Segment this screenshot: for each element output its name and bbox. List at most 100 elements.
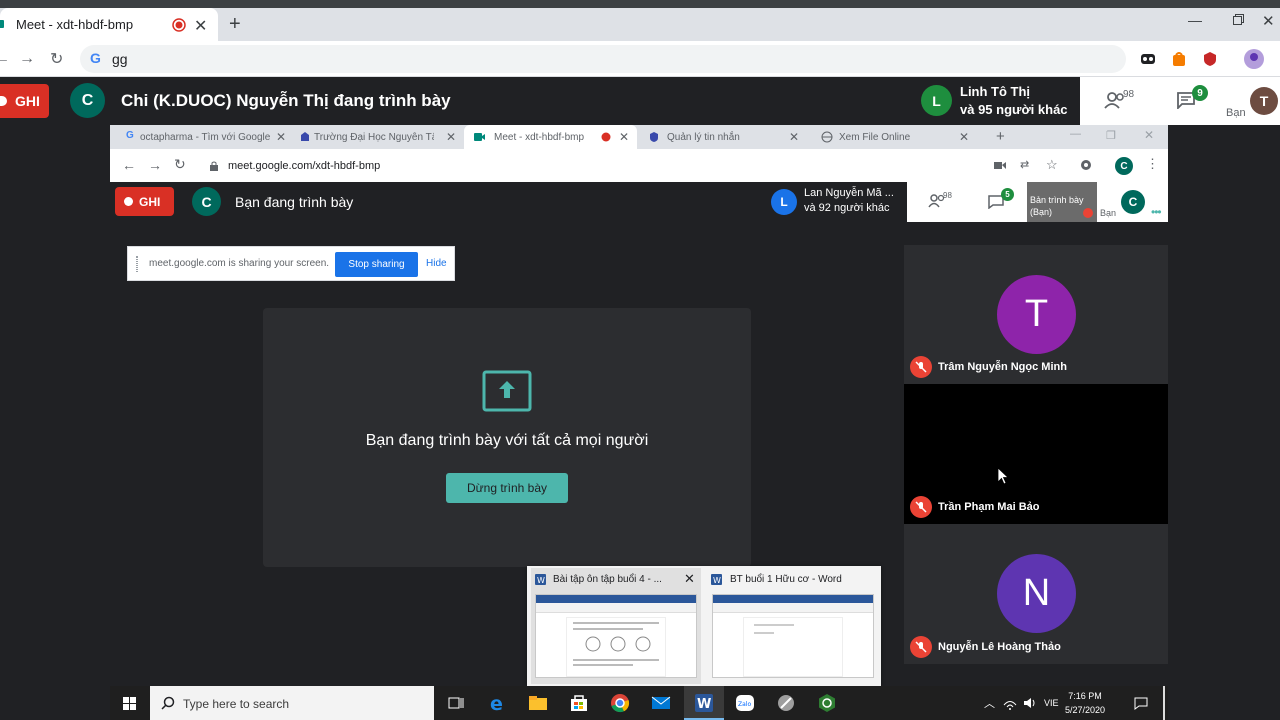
extension-icon-2[interactable] [1171,51,1187,67]
svg-text:Zalo: Zalo [738,701,751,708]
google-g-icon: G [90,50,101,66]
profile-icon[interactable] [1243,48,1265,70]
google-favicon-icon: G [126,130,134,141]
extension-icon[interactable] [1080,159,1092,171]
inner-tab-4[interactable]: Quản lý tin nhắn ✕ [637,125,807,149]
translate-icon[interactable]: ⇄ [1020,158,1029,171]
clock-time: 7:16 PM [1068,691,1102,701]
self-avatar[interactable]: T [1250,87,1278,115]
hide-link[interactable]: Hide [426,258,447,269]
self-presentation-tile[interactable]: Bản trình bày (Bạn) [1027,182,1097,222]
star-icon[interactable]: ☆ [1046,157,1058,173]
close-tab-icon[interactable]: ✕ [959,130,969,144]
back-icon[interactable]: ← [122,157,136,173]
inner-tab-1[interactable]: G octapharma - Tìm với Google ✕ [120,125,294,149]
participant-tile[interactable]: T Trâm Nguyễn Ngọc Minh [904,245,1168,384]
clock[interactable]: 7:16 PM 5/27/2020 [1056,689,1114,717]
participant-tile[interactable]: N Nguyễn Lê Hoàng Thảo [904,524,1168,664]
chem-app-icon[interactable] [817,693,837,713]
participant-tile[interactable]: Trần Phạm Mai Bảo [904,384,1168,524]
svg-text:W: W [713,576,721,585]
present-screen-icon [482,370,532,412]
mail-icon[interactable] [651,693,671,713]
inner-tab-title: Quản lý tin nhắn [667,131,740,143]
task-view-icon[interactable] [446,693,466,713]
close-thumbnail-icon[interactable]: ✕ [684,571,695,587]
menu-icon[interactable]: ⋮ [1146,156,1159,172]
inner-url[interactable]: meet.google.com/xdt-hbdf-bmp [228,160,380,172]
store-icon[interactable] [569,693,589,713]
close-tab-icon[interactable]: ✕ [619,130,629,144]
lock-icon [210,161,218,171]
mic-off-icon [1083,208,1093,218]
windows-start-icon[interactable] [123,697,136,710]
inner-profile-avatar[interactable]: C [1115,157,1133,175]
search-placeholder: Type here to search [183,697,290,711]
inner-self-avatar[interactable]: C [1121,190,1145,214]
recording-label: GHI [139,194,161,209]
close-window-icon[interactable]: ✕ [1144,128,1154,142]
meet-favicon-icon [473,131,485,143]
minimize-icon[interactable]: — [1188,12,1202,28]
recording-label: GHI [15,93,40,109]
forward-icon[interactable]: → [148,157,162,173]
inner-tab-3-active[interactable]: Meet - xdt-hbdf-bmp ✕ [464,125,637,149]
network-icon[interactable] [1003,696,1017,710]
notification-icon[interactable] [1134,696,1148,710]
app-icon[interactable] [776,693,796,713]
thumbnail-title: Bài tập ôn tập buổi 4 - ... [553,574,662,585]
thumbnail-title[interactable]: BT buổi 1 Hữu cơ - Word [730,574,842,585]
volume-icon[interactable] [1023,696,1037,710]
close-tab-icon[interactable]: ✕ [789,130,799,144]
participant-name: Linh Tô Thị [960,84,1031,99]
outer-tab-meet[interactable]: Meet - xdt-hbdf-bmp ✕ [0,8,218,41]
drag-handle-icon[interactable] [136,256,138,272]
chrome-icon[interactable] [610,693,630,713]
zalo-icon[interactable]: Zalo [735,693,755,713]
inner-recording-badge: GHI [115,187,174,216]
more-options-icon[interactable]: ••• [1151,205,1162,219]
inner-participant-more: và 92 người khác [804,202,890,214]
screen-sharing-bar: meet.google.com is sharing your screen. … [127,246,455,281]
chat-count-badge: 5 [1001,188,1014,201]
back-icon[interactable]: ← [0,50,10,68]
edge-icon[interactable]: e [488,693,508,713]
document-preview[interactable] [712,594,874,678]
tile-avatar: N [997,554,1076,633]
chat-count-badge: 9 [1192,85,1208,101]
word-icon[interactable]: W [694,693,714,713]
close-tab-icon[interactable]: ✕ [276,130,286,144]
people-count: 98 [1123,89,1135,100]
forward-icon[interactable]: → [19,50,35,68]
reload-icon[interactable]: ↻ [174,156,186,173]
restore-icon[interactable] [1233,14,1244,25]
new-tab-icon[interactable]: + [996,128,1005,145]
inner-tab-5[interactable]: Xem File Online ✕ [807,125,977,149]
close-window-icon[interactable]: ✕ [1262,12,1275,30]
tile-name: Trần Phạm Mai Bảo [938,501,1040,513]
taskbar-search[interactable]: Type here to search [150,686,434,720]
close-tab-icon[interactable]: ✕ [194,16,207,36]
document-preview [535,594,697,678]
new-tab-icon[interactable]: + [229,13,241,36]
inner-self-label: Bạn [1100,208,1117,218]
close-tab-icon[interactable]: ✕ [446,130,456,144]
stop-sharing-button[interactable]: Stop sharing [335,252,418,277]
inner-tab-2[interactable]: Trường Đại Học Nguyễn Tất Thành ✕ [294,125,464,149]
tray-chevron-icon[interactable]: ︿ [984,695,995,711]
stop-presenting-button[interactable]: Dừng trình bày [446,473,568,503]
extension-icon-3[interactable] [1202,51,1218,67]
show-desktop-button[interactable] [1163,686,1165,720]
camera-icon[interactable] [994,161,1006,170]
tile-name: Trâm Nguyễn Ngọc Minh [938,361,1067,373]
restore-icon[interactable]: ❐ [1106,129,1116,142]
svg-text:e: e [490,693,503,713]
minimize-icon[interactable]: — [1070,128,1081,140]
reload-icon[interactable]: ↻ [50,49,63,69]
file-explorer-icon[interactable] [528,693,548,713]
presenter-avatar: C [70,83,105,118]
mic-off-icon [910,496,932,518]
extension-icon-1[interactable] [1140,51,1156,67]
omnibox[interactable]: G gg [80,45,1126,73]
word-icon: W [711,574,722,585]
